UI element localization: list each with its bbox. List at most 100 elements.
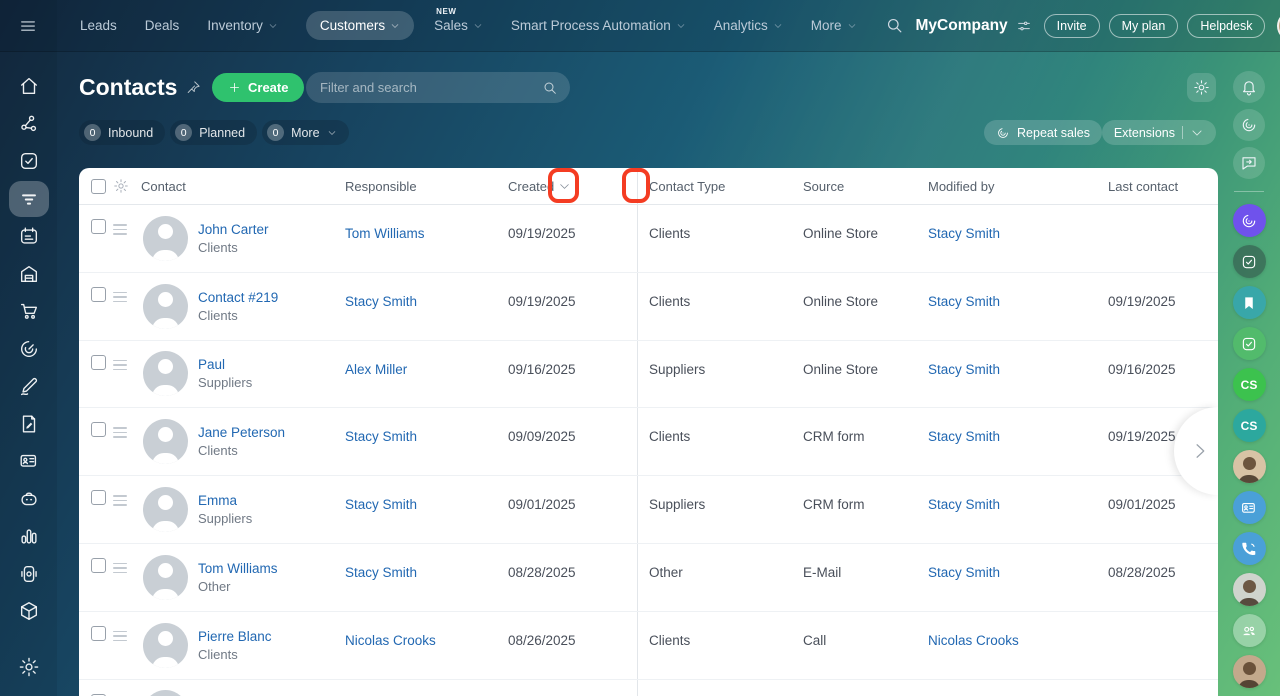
modified-by-link[interactable]: Stacy Smith xyxy=(928,341,1108,377)
nav-item-deals[interactable]: Deals xyxy=(145,18,180,33)
column-header-modified-by[interactable]: Modified by xyxy=(928,179,1108,194)
column-header-responsible[interactable]: Responsible xyxy=(345,179,508,194)
row-checkbox[interactable] xyxy=(91,355,106,370)
row-checkbox[interactable] xyxy=(91,490,106,505)
contact-avatar-icon[interactable] xyxy=(143,216,188,261)
drag-handle-icon[interactable] xyxy=(113,224,127,235)
copilot-button[interactable] xyxy=(1233,109,1265,141)
pin-icon[interactable] xyxy=(186,80,201,95)
modified-by-link[interactable]: Stacy Smith xyxy=(928,476,1108,512)
drag-handle-icon[interactable] xyxy=(113,631,127,642)
nav-item-inventory[interactable]: Inventory xyxy=(207,18,278,33)
table-row[interactable] xyxy=(79,680,1218,696)
my-plan-button[interactable]: My plan xyxy=(1109,14,1179,38)
responsible-link[interactable]: Stacy Smith xyxy=(345,273,508,309)
contact-name-link[interactable]: Tom Williams xyxy=(198,561,278,576)
contact-avatar-icon[interactable] xyxy=(143,555,188,600)
nav-item-sales[interactable]: NEWSales xyxy=(434,18,483,33)
cs-teal-badge[interactable]: CS xyxy=(1233,409,1266,442)
table-row[interactable]: EmmaSuppliersStacy Smith09/01/2025Suppli… xyxy=(79,476,1218,544)
chat-sync-button[interactable] xyxy=(1233,147,1265,179)
nav-item-customers[interactable]: Customers xyxy=(306,11,414,40)
row-checkbox[interactable] xyxy=(91,287,106,302)
contact-avatar-icon[interactable] xyxy=(143,419,188,464)
contact-name-link[interactable]: Contact #219 xyxy=(198,290,278,305)
invite-button[interactable]: Invite xyxy=(1044,14,1100,38)
drag-handle-icon[interactable] xyxy=(113,360,127,371)
drag-handle-icon[interactable] xyxy=(113,495,127,506)
modified-by-link[interactable] xyxy=(928,680,1108,696)
contact-avatar-icon[interactable] xyxy=(143,351,188,396)
sidebar-home[interactable] xyxy=(9,71,49,101)
sidebar-sign[interactable] xyxy=(9,371,49,401)
helpdesk-button[interactable]: Helpdesk xyxy=(1187,14,1265,38)
counter-chip-planned[interactable]: 0Planned xyxy=(170,120,257,145)
sidebar-documents[interactable] xyxy=(9,409,49,439)
agent-avatar-cat[interactable] xyxy=(1233,655,1266,688)
drag-handle-icon[interactable] xyxy=(113,292,127,303)
contact-card-badge[interactable] xyxy=(1233,491,1266,524)
extensions-button[interactable]: Extensions xyxy=(1102,120,1216,145)
select-all-checkbox[interactable] xyxy=(91,179,106,194)
table-row[interactable]: PaulSuppliersAlex Miller09/16/2025Suppli… xyxy=(79,341,1218,409)
responsible-link[interactable] xyxy=(345,680,508,696)
counter-chip-inbound[interactable]: 0Inbound xyxy=(79,120,165,145)
modified-by-link[interactable]: Nicolas Crooks xyxy=(928,612,1108,648)
nav-item-more[interactable]: More xyxy=(811,18,857,33)
contact-name-link[interactable]: Jane Peterson xyxy=(198,425,285,440)
nav-item-leads[interactable]: Leads xyxy=(80,18,117,33)
modified-by-link[interactable]: Stacy Smith xyxy=(928,273,1108,309)
responsible-link[interactable]: Tom Williams xyxy=(345,205,508,241)
contact-avatar-icon[interactable] xyxy=(143,623,188,668)
responsible-link[interactable]: Stacy Smith xyxy=(345,476,508,512)
contact-name-link[interactable]: John Carter xyxy=(198,222,269,237)
search-icon[interactable] xyxy=(885,16,904,35)
invite-users-badge[interactable] xyxy=(1233,614,1266,647)
contact-name-link[interactable]: Emma xyxy=(198,493,252,508)
tasks-badge[interactable] xyxy=(1233,245,1266,278)
contact-avatar-icon[interactable] xyxy=(143,487,188,532)
contact-avatar-icon[interactable] xyxy=(143,690,188,696)
modified-by-link[interactable]: Stacy Smith xyxy=(928,408,1108,444)
contact-avatar-icon[interactable] xyxy=(143,284,188,329)
contact-name-link[interactable]: Pierre Blanc xyxy=(198,629,272,644)
sidebar-contact-center[interactable] xyxy=(9,446,49,476)
notifications-button[interactable] xyxy=(1233,71,1265,103)
create-button[interactable]: Create xyxy=(212,73,304,102)
agent-avatar-1[interactable] xyxy=(1233,450,1266,483)
counter-chip-more[interactable]: 0More xyxy=(262,120,348,145)
sidebar-sales[interactable] xyxy=(9,296,49,326)
nav-item-analytics[interactable]: Analytics xyxy=(714,18,783,33)
column-header-contact-type[interactable]: Contact Type xyxy=(649,179,803,194)
column-header-contact[interactable]: Contact xyxy=(141,179,345,194)
responsible-link[interactable]: Stacy Smith xyxy=(345,544,508,580)
table-row[interactable]: Pierre BlancClientsNicolas Crooks08/26/2… xyxy=(79,612,1218,680)
responsible-link[interactable]: Alex Miller xyxy=(345,341,508,377)
modified-by-link[interactable]: Stacy Smith xyxy=(928,205,1108,241)
company-name-button[interactable]: MyCompany xyxy=(916,17,1032,35)
row-checkbox[interactable] xyxy=(91,558,106,573)
sidebar-tasks[interactable] xyxy=(9,146,49,176)
filter-search-input[interactable] xyxy=(318,79,542,96)
cs-green-badge[interactable]: CS xyxy=(1233,368,1266,401)
row-checkbox[interactable] xyxy=(91,422,106,437)
phone-badge[interactable] xyxy=(1233,532,1266,565)
repeat-sales-button[interactable]: Repeat sales xyxy=(984,120,1102,145)
sidebar-crm[interactable] xyxy=(9,181,49,217)
sidebar-inventory[interactable] xyxy=(9,259,49,289)
copilot-badge[interactable] xyxy=(1233,204,1266,237)
tasks-green-badge[interactable] xyxy=(1233,327,1266,360)
responsible-link[interactable]: Nicolas Crooks xyxy=(345,612,508,648)
grid-settings-icon[interactable] xyxy=(113,178,129,194)
agent-avatar-2[interactable] xyxy=(1233,573,1266,606)
sidebar-ai[interactable] xyxy=(9,484,49,514)
nav-item-smart-process-automation[interactable]: Smart Process Automation xyxy=(511,18,686,33)
sidebar-collaboration[interactable] xyxy=(9,109,49,139)
row-checkbox[interactable] xyxy=(91,219,106,234)
contact-name-link[interactable]: Paul xyxy=(198,357,252,372)
column-header-created[interactable]: Created xyxy=(508,179,649,194)
row-checkbox[interactable] xyxy=(91,626,106,641)
table-row[interactable]: Jane PetersonClientsStacy Smith09/09/202… xyxy=(79,408,1218,476)
drag-handle-icon[interactable] xyxy=(113,563,127,574)
view-settings-button[interactable] xyxy=(1187,73,1216,102)
